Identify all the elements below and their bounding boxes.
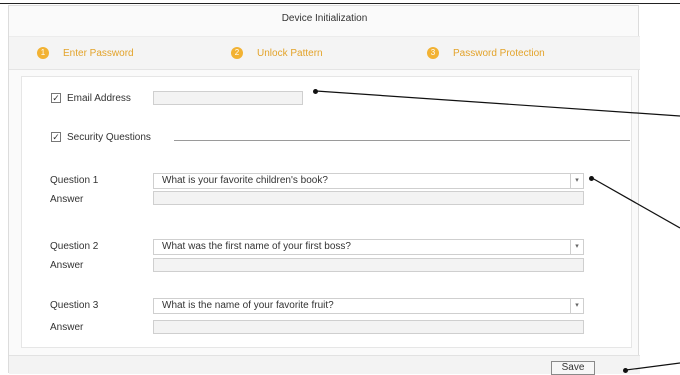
questions-callout-line [591, 177, 680, 229]
questions-callout-dot [589, 176, 594, 181]
email-callout-line [315, 90, 680, 117]
save-callout-line [625, 362, 680, 371]
save-callout-dot [623, 368, 628, 373]
callout-lines [315, 90, 680, 371]
email-callout-dot [313, 89, 318, 94]
